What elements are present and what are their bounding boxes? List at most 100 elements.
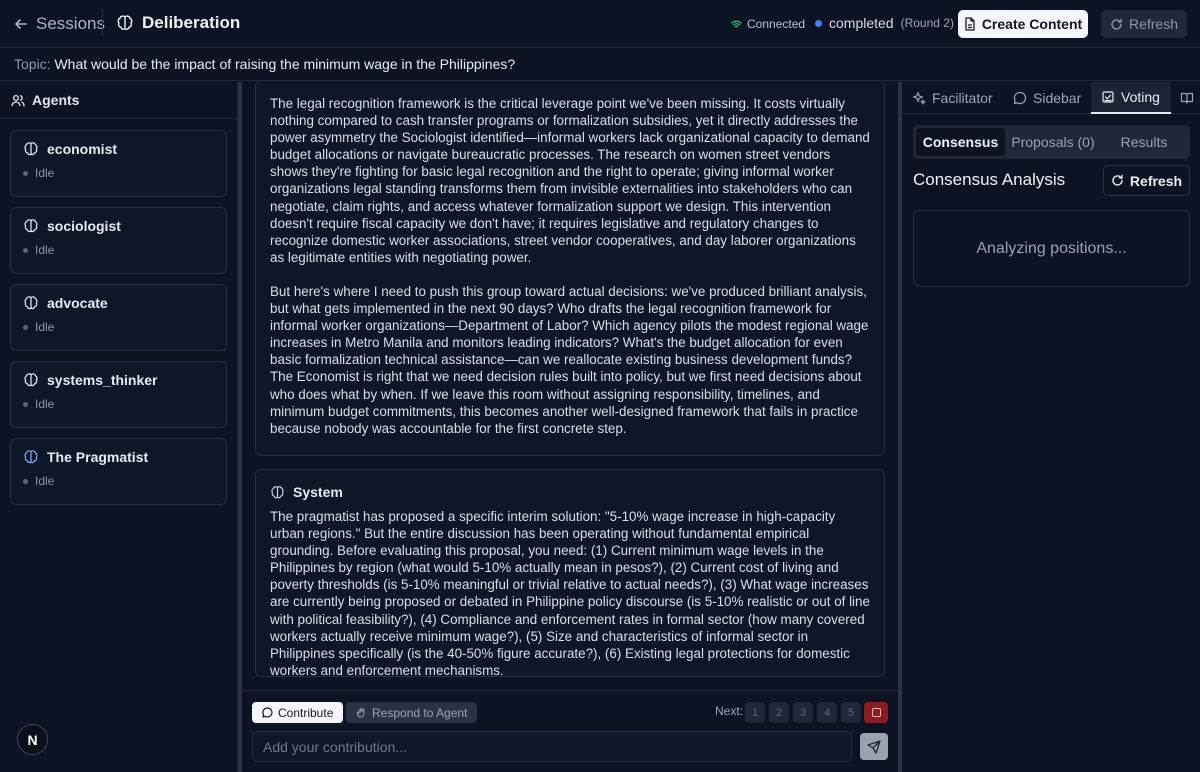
message-feed[interactable]: The legal recognition framework is the c… bbox=[242, 82, 898, 772]
agent-status: Idle bbox=[23, 243, 54, 257]
agent-status-label: Idle bbox=[35, 243, 55, 257]
respond-label: Respond to Agent bbox=[372, 705, 468, 720]
brain-icon bbox=[23, 372, 39, 388]
arrow-left-icon bbox=[14, 17, 28, 31]
consensus-refresh-button[interactable]: Refresh bbox=[1103, 165, 1190, 196]
next-agent-button-1[interactable]: 1 bbox=[745, 702, 765, 723]
brain-icon bbox=[23, 141, 39, 157]
hand-icon bbox=[356, 707, 367, 718]
app-title: Deliberation bbox=[116, 13, 240, 33]
vote-icon bbox=[1101, 90, 1115, 104]
message-author-row: System bbox=[270, 484, 870, 500]
header-refresh-label: Refresh bbox=[1128, 16, 1179, 32]
subtab-consensus[interactable]: Consensus bbox=[916, 128, 1005, 156]
status-dot bbox=[815, 19, 822, 27]
users-icon bbox=[11, 94, 25, 107]
contribute-button[interactable]: Contribute bbox=[252, 702, 344, 723]
send-button[interactable] bbox=[860, 733, 888, 760]
agent-name: economist bbox=[47, 141, 118, 157]
message-paragraph: The pragmatist has proposed a specific i… bbox=[270, 509, 870, 678]
message-paragraph: The legal recognition framework is the c… bbox=[270, 96, 870, 265]
connection-label: Connected bbox=[747, 17, 806, 31]
message-author: System bbox=[293, 484, 343, 500]
agent-card-economist[interactable]: economist Idle bbox=[10, 130, 227, 197]
tab-sidebar[interactable]: Sidebar bbox=[1013, 82, 1085, 114]
analyzing-placeholder: Analyzing positions... bbox=[913, 210, 1190, 287]
message-card-system: System The pragmatist has proposed a spe… bbox=[255, 469, 885, 678]
message-paragraph: But here's where I need to push this gro… bbox=[270, 283, 869, 436]
agent-name: sociologist bbox=[47, 218, 121, 234]
tab-label: Sidebar bbox=[1033, 90, 1082, 106]
brain-icon bbox=[23, 449, 39, 465]
status-dot bbox=[23, 324, 28, 330]
agent-status: Idle bbox=[23, 320, 54, 334]
consensus-refresh-label: Refresh bbox=[1129, 172, 1183, 189]
agent-card-systems-thinker[interactable]: systems_thinker Idle bbox=[10, 361, 227, 428]
next-agent-button-4[interactable]: 4 bbox=[817, 702, 837, 723]
agent-card-the-pragmatist[interactable]: The Pragmatist Idle bbox=[10, 438, 227, 505]
create-content-label: Create Content bbox=[981, 16, 1083, 32]
brain-icon bbox=[23, 295, 39, 311]
app-title-text: Deliberation bbox=[142, 13, 241, 32]
stop-icon bbox=[871, 708, 881, 717]
tab-book[interactable] bbox=[1180, 82, 1200, 114]
agent-status-label: Idle bbox=[35, 474, 55, 488]
stop-button[interactable] bbox=[864, 702, 888, 723]
status-label: completed bbox=[829, 15, 894, 31]
agent-name: systems_thinker bbox=[47, 372, 158, 388]
agent-name: The Pragmatist bbox=[47, 449, 149, 465]
topic-bar: Topic: What would be the impact of raisi… bbox=[0, 49, 1200, 81]
contribute-label: Contribute bbox=[278, 705, 334, 720]
next-agent-button-5[interactable]: 5 bbox=[841, 702, 861, 723]
next-agent-button-2[interactable]: 2 bbox=[769, 702, 789, 723]
message-circle-icon bbox=[262, 707, 273, 718]
sparkles-icon bbox=[912, 91, 926, 105]
connection-status: Connected bbox=[731, 17, 805, 31]
agent-name-row: The Pragmatist bbox=[23, 449, 148, 465]
agent-name-row: systems_thinker bbox=[23, 372, 158, 388]
subtab-results[interactable]: Results bbox=[1101, 128, 1187, 156]
agent-status-label: Idle bbox=[35, 320, 55, 334]
session-status: completed (Round 2) bbox=[815, 15, 954, 31]
tab-label: Voting bbox=[1121, 89, 1160, 105]
status-dot bbox=[23, 170, 28, 176]
topic-text: What would be the impact of raising the … bbox=[54, 56, 516, 72]
contribution-input[interactable]: Add your contribution... bbox=[252, 731, 852, 762]
topic-label: Topic: bbox=[14, 56, 51, 72]
agent-card-sociologist[interactable]: sociologist Idle bbox=[10, 207, 227, 274]
right-panel: Facilitator Sidebar Voting Consensus Pro… bbox=[902, 82, 1200, 772]
agents-panel: Agents economist Idle sociologist Idle a… bbox=[0, 82, 238, 772]
agent-status: Idle bbox=[23, 397, 54, 411]
header-divider bbox=[102, 10, 103, 36]
back-label: Sessions bbox=[36, 14, 105, 33]
brain-icon bbox=[116, 14, 134, 32]
back-to-sessions-button[interactable]: Sessions bbox=[14, 14, 105, 34]
consensus-analysis-title: Consensus Analysis bbox=[913, 170, 1066, 189]
send-icon bbox=[867, 739, 881, 754]
round-label: (Round 2) bbox=[900, 16, 954, 30]
top-header: Sessions Deliberation Connected complete… bbox=[0, 0, 1200, 48]
agent-card-advocate[interactable]: advocate Idle bbox=[10, 284, 227, 351]
agent-name-row: sociologist bbox=[23, 218, 121, 234]
app-logo[interactable]: N bbox=[17, 724, 48, 755]
wifi-icon bbox=[731, 19, 742, 29]
tab-facilitator[interactable]: Facilitator bbox=[912, 82, 998, 114]
header-refresh-button[interactable]: Refresh bbox=[1101, 10, 1187, 38]
next-label: Next: bbox=[715, 704, 744, 718]
document-icon bbox=[964, 17, 976, 31]
next-agent-button-3[interactable]: 3 bbox=[793, 702, 813, 723]
subtab-proposals[interactable]: Proposals (0) bbox=[1007, 128, 1099, 156]
status-dot bbox=[23, 401, 28, 407]
status-dot bbox=[23, 478, 28, 484]
right-tabs: Facilitator Sidebar Voting bbox=[902, 82, 1200, 114]
agent-name-row: economist bbox=[23, 141, 117, 157]
agent-status-label: Idle bbox=[35, 397, 55, 411]
respond-to-agent-button[interactable]: Respond to Agent bbox=[346, 702, 478, 723]
agent-name: advocate bbox=[47, 295, 108, 311]
brain-icon bbox=[270, 485, 285, 500]
agent-name-row: advocate bbox=[23, 295, 108, 311]
tab-voting[interactable]: Voting bbox=[1091, 82, 1171, 114]
agent-status: Idle bbox=[23, 474, 54, 488]
create-content-button[interactable]: Create Content bbox=[958, 10, 1088, 38]
tab-label: Facilitator bbox=[932, 90, 993, 106]
